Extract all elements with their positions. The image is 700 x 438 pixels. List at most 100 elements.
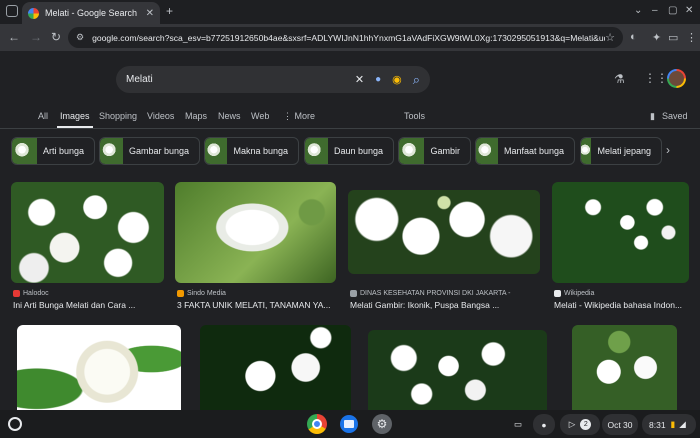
system-shelf: ⚙ ▭ ● ▷ 2 Oct 30 8:31 ▮ ◢ xyxy=(0,410,700,438)
result-image-dinkes[interactable] xyxy=(348,190,540,274)
launcher-icon[interactable] xyxy=(8,417,22,431)
chip-label: Daun bunga xyxy=(333,146,383,156)
status-area[interactable]: 8:31 ▮ ◢ xyxy=(642,414,696,435)
browser-tab[interactable]: Melati - Google Search ✕ xyxy=(22,2,160,24)
split-view-icon[interactable]: ▭ xyxy=(668,31,678,44)
clock-time: 8:31 xyxy=(649,419,666,430)
google-apps-grid-icon[interactable]: ⋮⋮ xyxy=(644,71,668,85)
site-info-icon[interactable]: ⚙ xyxy=(76,32,84,43)
notification-pill[interactable]: ▷ 2 xyxy=(560,414,600,435)
tab-more[interactable]: ⋮ More xyxy=(283,111,315,122)
incognito-icon[interactable]: ◐ xyxy=(630,31,637,43)
saved-bookmark-icon[interactable]: ▮ xyxy=(650,111,655,122)
sindo-favicon-icon xyxy=(177,290,184,297)
minimize-icon[interactable]: – xyxy=(652,5,658,16)
new-tab-button[interactable]: + xyxy=(166,4,173,18)
address-bar[interactable]: ⚙ google.com/search?sca_esv=b77251912650… xyxy=(68,27,623,48)
saved-button[interactable]: Saved xyxy=(662,111,688,121)
close-window-icon[interactable]: ✕ xyxy=(685,5,693,16)
files-app-icon[interactable] xyxy=(340,415,358,433)
chip-arti-bunga[interactable]: Arti bunga xyxy=(11,137,95,165)
result-caption[interactable]: Melati - Wikipedia bahasa Indon... xyxy=(554,300,682,310)
tab-search-chevron-icon[interactable]: ⌄ xyxy=(634,5,642,16)
tab-maps[interactable]: Maps xyxy=(185,111,207,121)
chip-thumbnail xyxy=(399,138,425,164)
tab-shopping[interactable]: Shopping xyxy=(99,111,137,121)
chip-gambar-bunga[interactable]: Gambar bunga xyxy=(99,137,200,165)
tab-images[interactable]: Images xyxy=(60,111,90,121)
wifi-icon: ◢ xyxy=(679,419,686,429)
divider xyxy=(0,128,700,129)
tote-icon[interactable]: ▭ xyxy=(509,414,527,435)
tools-button[interactable]: Tools xyxy=(404,111,425,121)
source-name: Wikipedia xyxy=(564,290,595,297)
chip-thumbnail xyxy=(205,138,228,164)
chevron-right-icon[interactable]: › xyxy=(666,143,670,157)
tab-news[interactable]: News xyxy=(218,111,241,121)
wikipedia-favicon-icon xyxy=(554,290,561,297)
battery-icon: ▮ xyxy=(670,419,676,429)
microphone-icon[interactable]: ● xyxy=(375,74,381,85)
menu-kebab-icon[interactable]: ⋮ xyxy=(686,31,697,44)
chip-label: Gambar bunga xyxy=(128,146,189,156)
chip-label: Makna bunga xyxy=(233,146,288,156)
result-image-wikipedia[interactable] xyxy=(552,182,689,283)
close-tab-icon[interactable]: ✕ xyxy=(146,8,154,19)
clear-search-icon[interactable]: ✕ xyxy=(355,73,364,86)
result-image[interactable] xyxy=(368,330,547,410)
result-source[interactable]: Sindo Media xyxy=(177,290,226,297)
related-search-chips: Arti bunga Gambar bunga Makna bunga Daun… xyxy=(0,137,700,167)
result-source[interactable]: DINAS KESEHATAN PROVINSI DKI JAKARTA - xyxy=(350,290,510,297)
result-source[interactable]: Halodoc xyxy=(13,290,49,297)
chip-thumbnail xyxy=(476,138,498,164)
account-avatar[interactable] xyxy=(667,69,686,88)
result-caption[interactable]: Melati Gambir: Ikonik, Puspa Bangsa ... xyxy=(350,300,499,310)
tab-search-icon[interactable] xyxy=(6,5,18,17)
result-image[interactable] xyxy=(200,325,351,410)
source-name: Halodoc xyxy=(23,290,49,297)
tab-title: Melati - Google Search xyxy=(45,8,138,18)
chip-melati-jepang[interactable]: Melati jepang xyxy=(580,137,662,165)
google-lens-icon[interactable]: ◉ xyxy=(392,73,402,86)
back-arrow-icon[interactable]: ← xyxy=(8,30,20,44)
settings-gear-icon[interactable]: ⚙ xyxy=(372,414,392,434)
tab-all[interactable]: All xyxy=(38,111,48,121)
search-icon[interactable]: ⌕ xyxy=(413,72,420,88)
bookmark-star-icon[interactable]: ☆ xyxy=(605,31,615,44)
search-tabs: All Images Shopping Videos Maps News Web… xyxy=(0,108,700,128)
search-labs-flask-icon[interactable]: ⚗ xyxy=(614,72,625,86)
tab-web[interactable]: Web xyxy=(251,111,269,121)
maximize-icon[interactable]: ▢ xyxy=(668,5,677,16)
date-button[interactable]: Oct 30 xyxy=(602,414,638,435)
chrome-app-icon[interactable] xyxy=(307,414,327,434)
cast-icon: ▷ xyxy=(568,419,576,429)
dinkes-favicon-icon xyxy=(350,290,357,297)
chip-thumbnail xyxy=(581,138,592,164)
chip-thumbnail xyxy=(305,138,328,164)
source-name: DINAS KESEHATAN PROVINSI DKI JAKARTA - xyxy=(360,290,511,297)
chip-daun-bunga[interactable]: Daun bunga xyxy=(304,137,394,165)
extensions-icon[interactable]: ✦ xyxy=(652,31,661,44)
tab-videos[interactable]: Videos xyxy=(147,111,174,121)
reload-icon[interactable]: ↻ xyxy=(51,30,61,44)
result-source[interactable]: Wikipedia xyxy=(554,290,594,297)
chip-manfaat-bunga[interactable]: Manfaat bunga xyxy=(475,137,575,165)
result-image-halodoc[interactable] xyxy=(11,182,164,283)
result-caption[interactable]: Ini Arti Bunga Melati dan Cara ... xyxy=(13,300,135,310)
url-text[interactable]: google.com/search?sca_esv=b77251912650b4… xyxy=(92,33,605,43)
notification-count: 2 xyxy=(580,419,592,430)
halodoc-favicon-icon xyxy=(13,290,20,297)
search-query[interactable]: Melati xyxy=(126,74,344,85)
chip-thumbnail xyxy=(100,138,123,164)
result-image[interactable] xyxy=(572,325,677,410)
source-name: Sindo Media xyxy=(187,290,226,297)
result-caption[interactable]: 3 FAKTA UNIK MELATI, TANAMAN YA... xyxy=(177,300,331,310)
forward-arrow-icon[interactable]: → xyxy=(30,30,42,44)
search-input[interactable]: Melati ✕ ● ◉ ⌕ xyxy=(116,66,430,93)
result-image-sindo[interactable] xyxy=(175,182,336,283)
google-favicon-icon xyxy=(28,7,39,19)
microphone-status-icon[interactable]: ● xyxy=(533,414,555,435)
chip-makna-bunga[interactable]: Makna bunga xyxy=(204,137,299,165)
result-image[interactable] xyxy=(17,325,181,410)
chip-gambir[interactable]: Gambir xyxy=(398,137,471,165)
